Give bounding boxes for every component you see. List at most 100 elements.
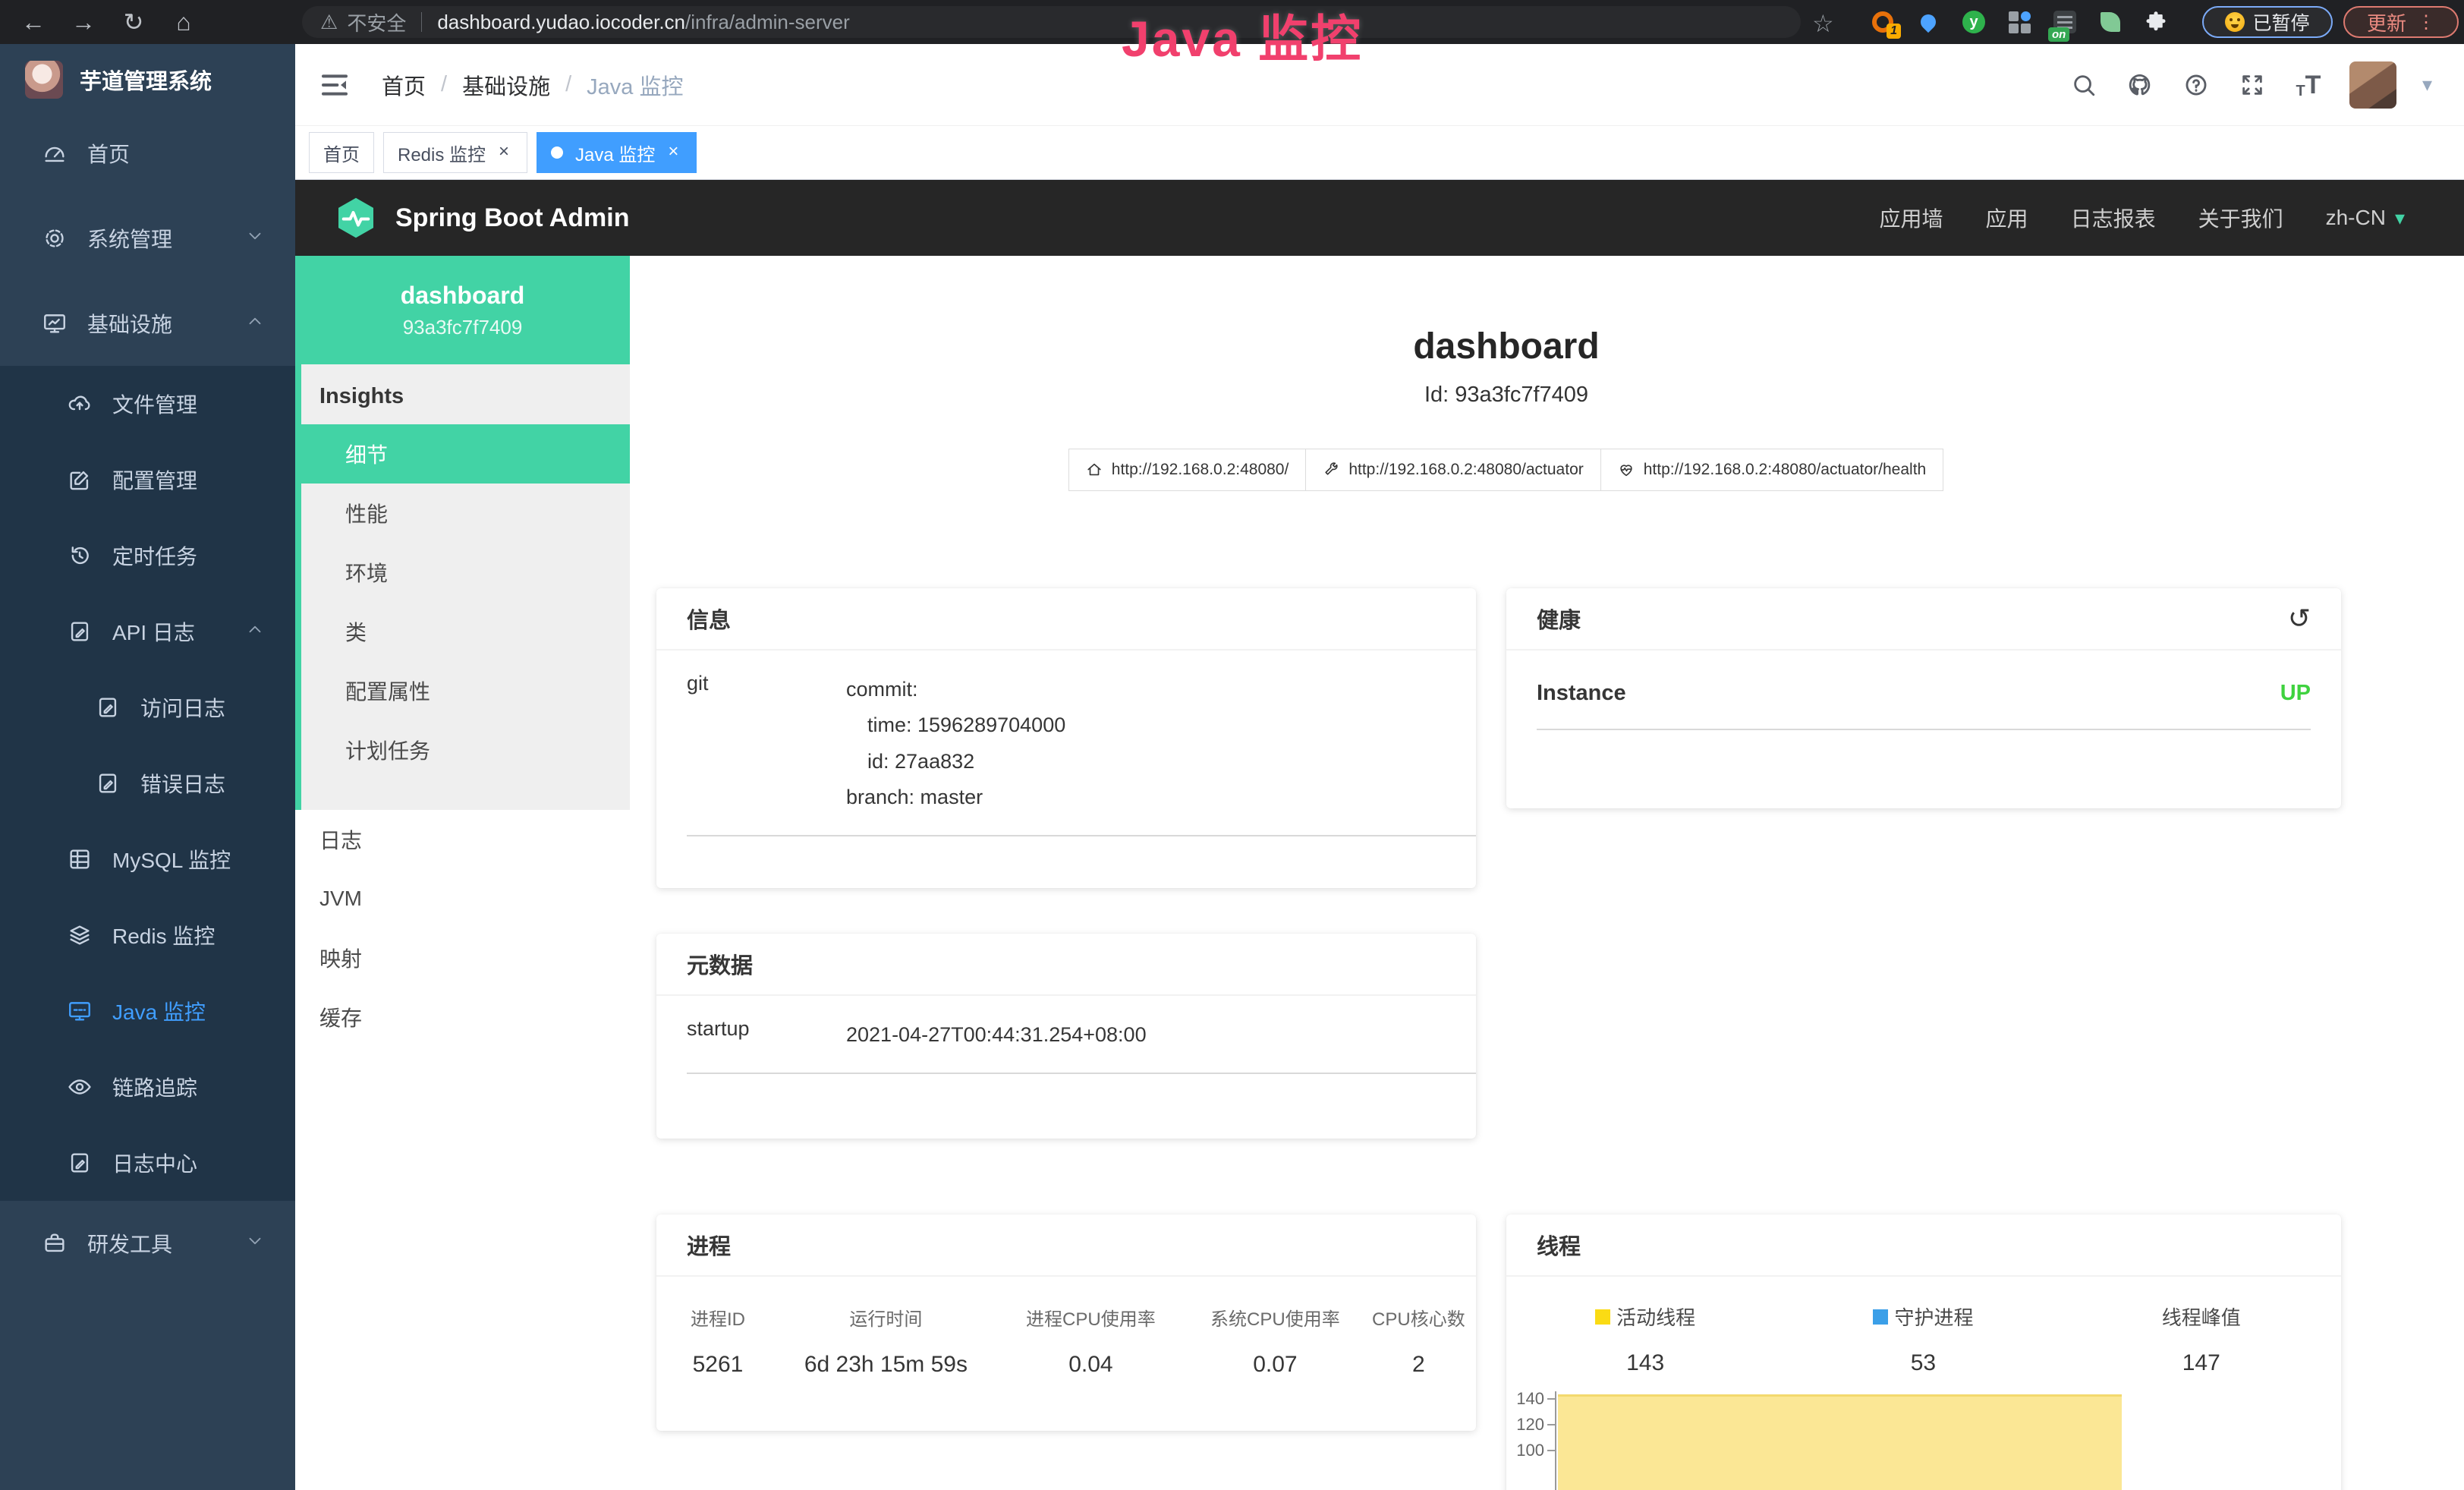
health-instance-row[interactable]: Instance UP bbox=[1537, 681, 2311, 730]
address-bar[interactable]: ⚠ 不安全 dashboard.yudao.iocoder.cn/infra/a… bbox=[302, 6, 1801, 38]
sba-item-metrics[interactable]: 性能 bbox=[301, 484, 630, 543]
document-edit-icon bbox=[67, 1150, 93, 1176]
instance-header[interactable]: dashboard 93a3fc7f7409 bbox=[295, 256, 630, 364]
browser-forward-icon[interactable]: → bbox=[67, 5, 100, 39]
service-url-button[interactable]: http://192.168.0.2:48080/ bbox=[1068, 449, 1307, 491]
sba-item-details[interactable]: 细节 bbox=[295, 424, 630, 484]
browser-update-button[interactable]: 更新 ⋮ bbox=[2343, 6, 2459, 38]
process-card-title: 进程 bbox=[687, 1229, 731, 1261]
sidebar-item-home[interactable]: 首页 bbox=[0, 111, 295, 196]
sba-item-scheduled-tasks[interactable]: 计划任务 bbox=[301, 720, 630, 780]
sba-item-caches[interactable]: 缓存 bbox=[295, 988, 630, 1047]
avatar-caret-icon[interactable]: ▾ bbox=[2422, 73, 2432, 96]
chevron-down-icon bbox=[245, 226, 265, 251]
sidebar-item-trace[interactable]: 链路追踪 bbox=[0, 1049, 295, 1125]
tags-view-bar: 首页 Redis 监控 × Java 监控 × bbox=[295, 126, 2464, 180]
user-avatar[interactable] bbox=[2349, 61, 2396, 109]
ext-green-circle-icon[interactable]: y bbox=[1962, 10, 1986, 34]
browser-home-icon[interactable]: ⌂ bbox=[167, 5, 200, 39]
browser-reload-icon[interactable]: ↻ bbox=[117, 5, 150, 39]
legend-value: 53 bbox=[1911, 1350, 1936, 1376]
close-icon[interactable]: × bbox=[495, 143, 513, 162]
fullscreen-icon[interactable] bbox=[2237, 70, 2267, 100]
sba-nav-wallboard[interactable]: 应用墙 bbox=[1880, 203, 1943, 233]
sidebar-item-java-monitor[interactable]: Java 监控 bbox=[0, 973, 295, 1049]
sba-item-label: 计划任务 bbox=[345, 735, 430, 765]
info-card-title: 信息 bbox=[687, 603, 731, 635]
paused-emoji-icon bbox=[2225, 12, 2245, 32]
sba-nav-about[interactable]: 关于我们 bbox=[2198, 203, 2283, 233]
tab-java-monitor[interactable]: Java 监控 × bbox=[537, 132, 697, 173]
sidebar-item-log-center[interactable]: 日志中心 bbox=[0, 1125, 295, 1201]
ext-dark-on-icon[interactable]: on bbox=[2053, 10, 2077, 34]
metadata-card-header: 元数据 bbox=[656, 934, 1476, 996]
sba-item-logs[interactable]: 日志 bbox=[295, 810, 630, 869]
sidebar-item-system[interactable]: 系统管理 bbox=[0, 196, 295, 281]
sba-item-environment[interactable]: 环境 bbox=[301, 543, 630, 602]
status-badge: UP bbox=[2280, 681, 2311, 706]
row-divider bbox=[687, 835, 1476, 836]
metadata-startup-row: startup 2021-04-27T00:44:31.254+08:00 bbox=[656, 996, 1476, 1053]
sidebar-item-label: 系统管理 bbox=[87, 223, 172, 254]
sba-nav-journal[interactable]: 日志报表 bbox=[2071, 203, 2156, 233]
help-icon[interactable] bbox=[2181, 70, 2211, 100]
sidebar-item-infrastructure[interactable]: 基础设施 bbox=[0, 281, 295, 366]
extensions-puzzle-icon[interactable] bbox=[2144, 10, 2168, 34]
health-url-button[interactable]: http://192.168.0.2:48080/actuator/health bbox=[1600, 449, 1943, 491]
breadcrumb-infrastructure[interactable]: 基础设施 bbox=[462, 69, 550, 101]
font-size-icon[interactable]: TT bbox=[2293, 70, 2324, 100]
sba-item-mappings[interactable]: 映射 bbox=[295, 928, 630, 988]
sidebar-item-file-management[interactable]: 文件管理 bbox=[0, 366, 295, 442]
info-git-row: git commit: time: 1596289704000 id: 27aa… bbox=[656, 650, 1476, 815]
sba-item-config-props[interactable]: 配置属性 bbox=[301, 661, 630, 720]
column-header: 运行时间 bbox=[779, 1304, 993, 1331]
github-icon[interactable] bbox=[2125, 70, 2155, 100]
sba-item-classes[interactable]: 类 bbox=[301, 602, 630, 661]
sidebar-item-dev-tools[interactable]: 研发工具 bbox=[0, 1201, 295, 1286]
sidebar-item-api-logs[interactable]: API 日志 bbox=[0, 594, 295, 669]
ext-leaf-icon[interactable] bbox=[2098, 10, 2123, 34]
sidebar-item-label: 访问日志 bbox=[140, 692, 225, 723]
paused-label: 已暂停 bbox=[2252, 8, 2309, 36]
sidebar-item-config-management[interactable]: 配置管理 bbox=[0, 442, 295, 518]
table-grid-icon bbox=[67, 846, 93, 872]
sidebar-item-error-logs[interactable]: 错误日志 bbox=[0, 745, 295, 821]
cell-value: 2 bbox=[1361, 1352, 1476, 1378]
legend-swatch-yellow bbox=[1595, 1309, 1610, 1325]
actuator-url-button[interactable]: http://192.168.0.2:48080/actuator bbox=[1305, 449, 1600, 491]
sba-item-label: 细节 bbox=[345, 439, 388, 469]
sba-item-label: 类 bbox=[345, 616, 367, 647]
sidebar-item-redis-monitor[interactable]: Redis 监控 bbox=[0, 897, 295, 973]
app-logo-row[interactable]: 芋道管理系统 bbox=[0, 44, 295, 111]
search-icon[interactable] bbox=[2069, 70, 2099, 100]
sba-nav-applications[interactable]: 应用 bbox=[1986, 203, 2028, 233]
hamburger-icon[interactable] bbox=[319, 70, 350, 100]
wrench-icon bbox=[1323, 461, 1339, 478]
sba-brand-title[interactable]: Spring Boot Admin bbox=[395, 203, 629, 233]
sidebar-item-mysql-monitor[interactable]: MySQL 监控 bbox=[0, 821, 295, 897]
ext-orange-icon[interactable]: 1 bbox=[1871, 10, 1895, 34]
profile-paused-pill[interactable]: 已暂停 bbox=[2202, 6, 2333, 38]
browser-menu-icon[interactable]: ⋮ bbox=[2417, 11, 2435, 33]
breadcrumb-home[interactable]: 首页 bbox=[382, 69, 426, 101]
close-icon[interactable]: × bbox=[664, 143, 682, 162]
sidebar-item-access-logs[interactable]: 访问日志 bbox=[0, 669, 295, 745]
not-secure-label: 不安全 bbox=[347, 8, 406, 36]
tab-redis-monitor[interactable]: Redis 监控 × bbox=[383, 132, 527, 173]
tab-home[interactable]: 首页 bbox=[309, 132, 374, 173]
health-url: http://192.168.0.2:48080/actuator/health bbox=[1644, 461, 1926, 479]
chart-plot-area bbox=[1555, 1391, 2122, 1490]
sba-language-select[interactable]: zh-CN ▾ bbox=[2326, 206, 2405, 230]
sidebar-item-scheduled-tasks[interactable]: 定时任务 bbox=[0, 518, 295, 594]
actuator-url: http://192.168.0.2:48080/actuator bbox=[1348, 461, 1583, 479]
threads-card-header: 线程 bbox=[1506, 1214, 2341, 1277]
ext-pin-icon[interactable] bbox=[1916, 10, 1940, 34]
y-tick: 120 bbox=[1516, 1415, 1544, 1435]
history-icon[interactable]: ↺ bbox=[2288, 605, 2311, 632]
bookmark-star-icon[interactable]: ☆ bbox=[1812, 9, 1834, 38]
browser-back-icon[interactable]: ← bbox=[17, 5, 50, 39]
sidebar-item-label: 首页 bbox=[87, 138, 130, 169]
ext-grid-icon[interactable] bbox=[2007, 10, 2031, 34]
sba-item-jvm[interactable]: JVM bbox=[295, 869, 630, 928]
sidebar-item-label: MySQL 监控 bbox=[112, 844, 231, 874]
